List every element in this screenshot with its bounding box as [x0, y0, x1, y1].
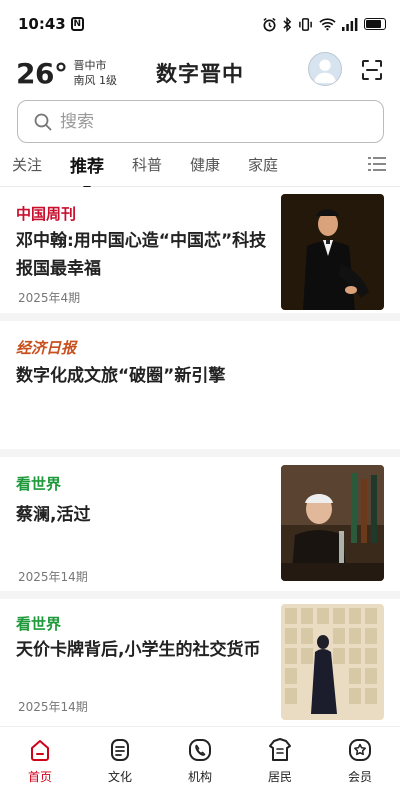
news-source: 看世界: [16, 475, 62, 493]
nav-label: 居民: [267, 770, 292, 784]
news-source: 中国周刊: [16, 205, 77, 223]
search-icon: [34, 113, 52, 130]
news-card[interactable]: 经济日报 数字化成文旅“破圈”新引擎: [0, 321, 400, 449]
news-card[interactable]: 看世界 天价卡牌背后,小学生的社交货币 2025年14期: [0, 599, 400, 735]
culture-icon: [111, 739, 129, 761]
news-date: 2025年14期: [18, 570, 88, 584]
news-card[interactable]: 看世界 蔡澜,活过 2025年14期: [0, 457, 400, 591]
alarm-icon: [263, 17, 276, 31]
tab-health[interactable]: 健康: [190, 148, 220, 181]
vibrate-icon: [299, 17, 312, 31]
news-thumbnail: [281, 194, 384, 310]
temperature: 26°: [16, 56, 68, 90]
phone-icon: [189, 739, 211, 761]
nav-label: 会员: [347, 770, 372, 784]
header: 26° 晋中市 南风 1级 数字晋中: [0, 48, 400, 98]
nav-member[interactable]: 会员: [330, 737, 390, 800]
nav-label: 文化: [107, 770, 132, 784]
nav-label: 首页: [27, 770, 52, 784]
status-left: 10:43 N: [18, 15, 84, 33]
weather-meta: 晋中市 南风 1级: [73, 58, 117, 88]
app-screen: 10:43 N 26° 晋中市 南风 1级 数字晋中 搜索 关注 推荐 科普 健…: [0, 0, 400, 800]
battery-icon: [364, 18, 386, 30]
tab-science[interactable]: 科普: [132, 148, 162, 181]
news-feed: 中国周刊 邓中翰:用中国心造“中国芯”科技报国最幸福 2025年4期 经济日报: [0, 187, 400, 735]
tab-family[interactable]: 家庭: [248, 148, 278, 181]
nav-home[interactable]: 首页: [10, 737, 70, 800]
scan-icon[interactable]: [360, 58, 384, 82]
category-tabs: 关注 推荐 科普 健康 家庭: [0, 143, 400, 187]
nfc-icon: N: [70, 17, 84, 31]
menu-list-icon[interactable]: [368, 156, 386, 172]
city-name: 晋中市: [73, 59, 107, 72]
wifi-icon: [319, 18, 336, 31]
nav-institution[interactable]: 机构: [170, 737, 230, 800]
news-card[interactable]: 中国周刊 邓中翰:用中国心造“中国芯”科技报国最幸福 2025年4期: [0, 187, 400, 313]
member-icon: [349, 739, 371, 761]
home-icon: [31, 740, 49, 761]
status-time: 10:43: [18, 15, 66, 33]
news-date: 2025年14期: [18, 700, 88, 714]
tab-follow[interactable]: 关注: [12, 148, 42, 181]
news-source: 看世界: [16, 615, 62, 633]
status-bar: 10:43 N: [0, 0, 400, 48]
search-input[interactable]: [60, 111, 367, 132]
wind-info: 南风 1级: [73, 74, 117, 87]
resident-icon: [269, 738, 291, 761]
news-thumbnail: [281, 465, 384, 581]
nav-culture[interactable]: 文化: [90, 737, 150, 800]
news-title: 邓中翰:用中国心造“中国芯”科技报国最幸福: [16, 231, 267, 279]
tab-recommend[interactable]: 推荐: [70, 146, 104, 183]
search-bar[interactable]: [17, 100, 384, 143]
user-avatar-icon[interactable]: [308, 52, 342, 86]
news-title: 蔡澜,活过: [16, 505, 91, 525]
status-icons: [262, 16, 386, 32]
weather-widget[interactable]: 26° 晋中市 南风 1级: [16, 57, 117, 90]
news-title: 天价卡牌背后,小学生的社交货币: [16, 640, 261, 660]
news-title: 数字化成文旅“破圈”新引擎: [16, 366, 226, 386]
news-thumbnail: [281, 604, 384, 720]
news-source: 经济日报: [16, 339, 77, 357]
news-date: 2025年4期: [18, 291, 81, 305]
signal-icon: [342, 17, 358, 31]
bluetooth-icon: [283, 16, 292, 32]
nav-label: 机构: [187, 770, 212, 784]
bottom-nav: 首页 文化 机构 居民 会员: [0, 726, 400, 800]
nav-resident[interactable]: 居民: [250, 737, 310, 800]
